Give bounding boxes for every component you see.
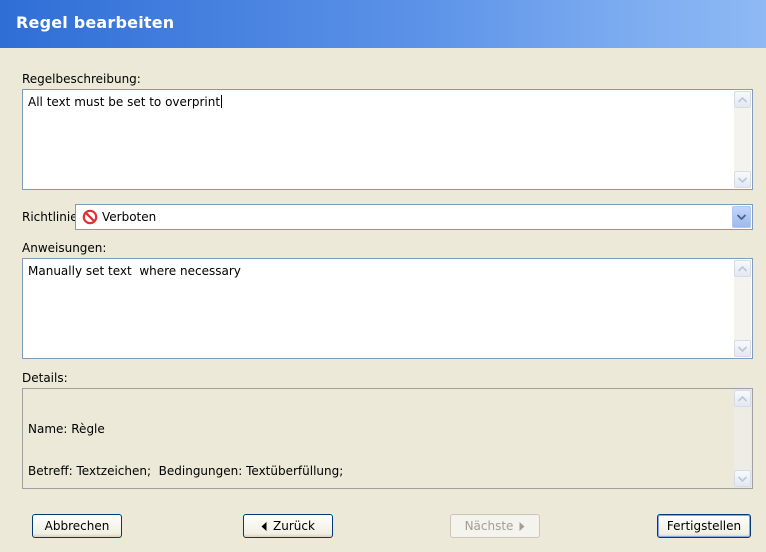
window-title: Regel bearbeiten <box>16 13 175 32</box>
guideline-select[interactable]: Verboten <box>75 204 753 230</box>
title-bar: Regel bearbeiten <box>0 0 766 48</box>
details-name-line: Name: Règle <box>28 422 105 436</box>
details-condition-line: Betreff: Textzeichen; Bedingungen: Textü… <box>28 464 344 478</box>
chevron-down-icon <box>738 475 747 482</box>
arrow-left-icon <box>261 521 267 531</box>
instructions-text: Manually set text where necessary <box>28 264 241 278</box>
description-label: Regelbeschreibung: <box>22 72 141 86</box>
chevron-down-icon <box>737 214 746 220</box>
instructions-textarea[interactable]: Manually set text where necessary <box>22 258 753 359</box>
description-textarea[interactable]: All text must be set to overprint <box>22 89 753 190</box>
chevron-up-icon <box>738 265 747 272</box>
details-label: Details: <box>22 371 68 385</box>
details-scrollbar[interactable] <box>734 390 751 487</box>
chevron-up-icon <box>738 96 747 103</box>
scroll-up-button[interactable] <box>734 91 751 108</box>
scroll-up-button[interactable] <box>734 390 751 407</box>
instructions-label: Anweisungen: <box>22 241 107 255</box>
details-textarea[interactable]: Name: Règle Betreff: Textzeichen; Beding… <box>22 388 753 489</box>
cancel-button-label: Abbrechen <box>44 519 110 533</box>
chevron-up-icon <box>738 395 747 402</box>
back-button[interactable]: Zurück <box>243 514 333 538</box>
scroll-down-button[interactable] <box>734 340 751 357</box>
scroll-down-button[interactable] <box>734 470 751 487</box>
chevron-down-icon <box>738 345 747 352</box>
instructions-scrollbar[interactable] <box>734 260 751 357</box>
back-button-label: Zurück <box>273 519 315 533</box>
guideline-dropdown-button[interactable] <box>732 206 751 228</box>
finish-button-label: Fertigstellen <box>666 519 742 533</box>
prohibited-icon <box>82 209 98 225</box>
scroll-up-button[interactable] <box>734 260 751 277</box>
description-text: All text must be set to overprint <box>28 95 221 109</box>
next-button-label: Nächste <box>464 519 514 533</box>
finish-button[interactable]: Fertigstellen <box>657 514 751 538</box>
arrow-right-icon <box>519 521 525 531</box>
scroll-down-button[interactable] <box>734 171 751 188</box>
chevron-down-icon <box>738 176 747 183</box>
guideline-value: Verboten <box>102 210 157 224</box>
text-caret <box>221 95 223 108</box>
guideline-label: Richtlinie: <box>22 210 82 224</box>
next-button[interactable]: Nächste <box>450 514 540 538</box>
description-scrollbar[interactable] <box>734 91 751 188</box>
cancel-button[interactable]: Abbrechen <box>32 514 122 538</box>
